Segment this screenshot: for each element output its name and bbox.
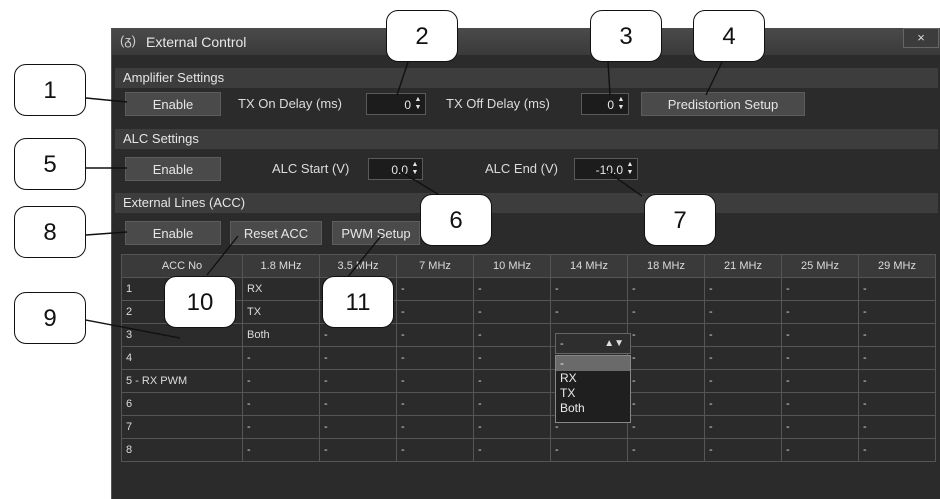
- callout-5: 5: [14, 138, 86, 190]
- callout-connector-lines: [85, 61, 723, 339]
- callout-line-1: [85, 97, 128, 103]
- callout-11: 11: [322, 276, 394, 328]
- callout-line-10: [206, 235, 239, 276]
- callout-10: 10: [164, 276, 236, 328]
- callout-4: 4: [693, 10, 765, 62]
- callout-line-7: [604, 169, 643, 197]
- callout-7: 7: [644, 194, 716, 246]
- callout-line-2: [396, 61, 409, 96]
- callout-line-3: [607, 61, 611, 96]
- callout-9: 9: [14, 292, 86, 344]
- callout-8: 8: [14, 206, 86, 258]
- callout-line-6: [397, 169, 442, 197]
- callout-3: 3: [590, 10, 662, 62]
- callout-2: 2: [386, 10, 458, 62]
- callout-line-8: [85, 231, 128, 236]
- callout-line-4: [705, 61, 723, 96]
- callout-line-11: [346, 235, 382, 279]
- callout-6: 6: [420, 194, 492, 246]
- callout-1: 1: [14, 64, 86, 116]
